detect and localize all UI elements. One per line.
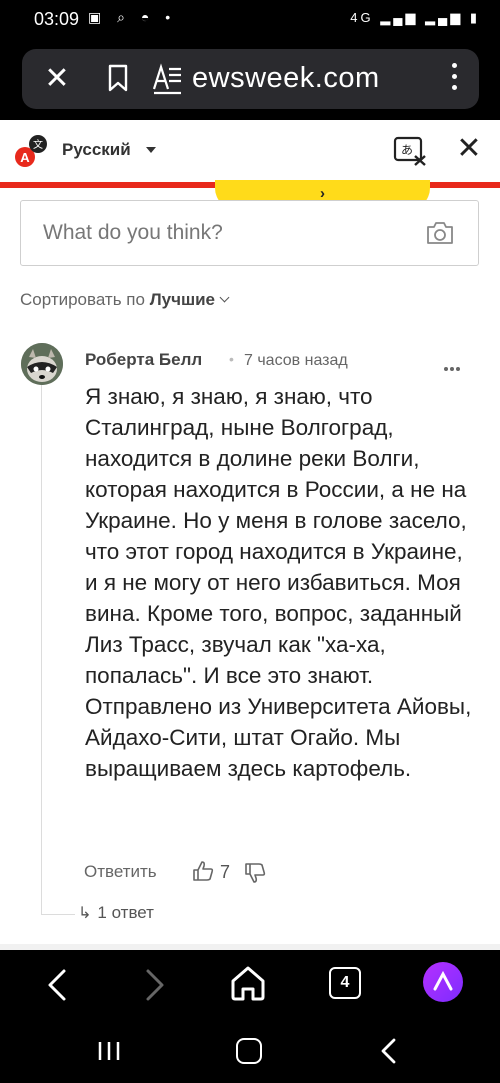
recent-apps-icon[interactable] (97, 1040, 121, 1062)
svg-text:文: 文 (33, 138, 43, 151)
comment-placeholder: What do you think? (43, 221, 223, 244)
status-bar: 03:09 ▣ ⌕ ◓ • 4G ▂▄▆ ▂▄▆ ▮ (0, 0, 500, 38)
sort-value[interactable]: Лучшие (150, 290, 215, 309)
url-text[interactable]: ewsweek.com (192, 61, 380, 95)
system-home-button[interactable] (236, 1038, 262, 1064)
back-arrow-icon[interactable] (42, 965, 72, 1005)
thread-line-foot (41, 914, 75, 915)
comment-timestamp: 7 часов назад (244, 352, 348, 369)
battery-icon: ▮ (469, 10, 480, 25)
separator-dot: • (229, 351, 234, 367)
thread-line (41, 385, 42, 915)
network-label: 4G (350, 10, 374, 25)
avatar[interactable] (21, 343, 63, 385)
replies-count[interactable]: 1 ответ (97, 903, 154, 922)
browser-toolbar: 4 (0, 950, 500, 1020)
status-time: 03:09 (34, 9, 80, 29)
thumbs-up-icon[interactable] (192, 860, 214, 882)
replies-link[interactable]: ↳ 1 ответ (78, 903, 154, 923)
thumbs-down-icon[interactable] (244, 862, 266, 884)
url-pill[interactable]: ✕ ewsweek.com (22, 49, 479, 109)
raccoon-avatar-image (21, 343, 63, 385)
bookmark-icon[interactable] (106, 63, 130, 93)
chevron-down-icon[interactable] (219, 292, 230, 303)
translate-off-icon[interactable]: あ (393, 136, 427, 166)
reply-arrow-icon: ↳ (78, 905, 92, 922)
translate-language[interactable]: Русский (62, 140, 131, 160)
sort-label: Сортировать по (20, 290, 145, 309)
camera-icon[interactable] (426, 220, 454, 246)
tabs-count-button[interactable]: 4 (329, 967, 361, 999)
svg-text:A: A (20, 150, 30, 165)
close-tab-icon[interactable]: ✕ (42, 61, 72, 97)
svg-text:あ: あ (401, 143, 413, 157)
caret-down-icon[interactable] (146, 147, 156, 153)
forward-arrow-icon[interactable] (140, 965, 170, 1005)
signal-battery-icons: 4G ▂▄▆ ▂▄▆ ▮ (350, 10, 480, 25)
comment-author[interactable]: Роберта Белл (85, 350, 202, 370)
menu-icon[interactable] (449, 63, 459, 97)
alice-assistant-icon[interactable] (423, 962, 463, 1002)
comment-text: Я знаю, я знаю, я знаю, что Сталинград, … (85, 384, 472, 781)
translate-icon[interactable]: A 文 (14, 134, 48, 168)
browser-address-bar: ✕ ewsweek.com (0, 38, 500, 120)
notification-icons: ▣ ⌕ ◓ • (88, 9, 177, 25)
reply-button[interactable]: Ответить (84, 862, 157, 882)
close-translate-icon[interactable]: ✕ (455, 134, 483, 166)
system-back-icon[interactable] (378, 1037, 398, 1065)
system-navigation-bar (0, 1020, 500, 1083)
sort-selector[interactable]: Сортировать по Лучшие (20, 290, 230, 310)
home-icon[interactable] (229, 963, 267, 1003)
comment-input[interactable]: What do you think? (20, 200, 479, 266)
reader-mode-icon[interactable] (152, 61, 182, 95)
like-count: 7 (220, 862, 231, 882)
more-options-icon[interactable] (444, 358, 464, 371)
translate-bar: A 文 Русский あ ✕ (0, 120, 500, 182)
